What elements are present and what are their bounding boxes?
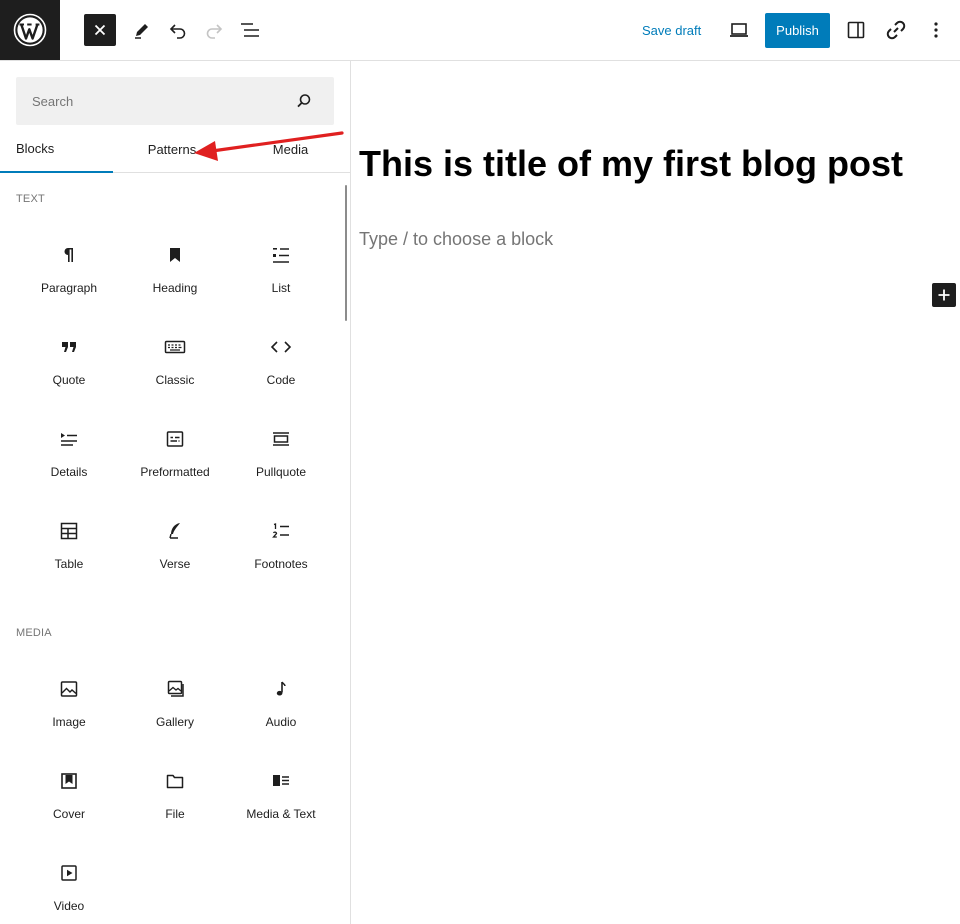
save-draft-button[interactable]: Save draft (636, 14, 707, 46)
block-label: Code (266, 373, 296, 387)
block-video[interactable]: Video (16, 861, 122, 924)
block-image[interactable]: Image (16, 677, 122, 769)
image-icon (57, 677, 81, 701)
post-title[interactable]: This is title of my first blog post (359, 143, 903, 185)
sidebar-toggle-icon (847, 21, 865, 39)
list-view-icon (241, 23, 259, 37)
close-inserter-button[interactable] (84, 14, 116, 46)
media-text-icon (269, 769, 293, 793)
category-text-heading: TEXT (16, 193, 45, 205)
search-input[interactable] (16, 77, 286, 125)
video-icon (57, 861, 81, 885)
block-classic[interactable]: Classic (122, 335, 228, 427)
gallery-icon (163, 677, 187, 701)
block-label: Table (54, 557, 84, 571)
feather-icon (163, 519, 187, 543)
block-label: List (271, 281, 291, 295)
code-icon (269, 335, 293, 359)
block-cover[interactable]: Cover (16, 769, 122, 861)
cover-icon (57, 769, 81, 793)
block-table[interactable]: Table (16, 519, 122, 611)
block-quote[interactable]: Quote (16, 335, 122, 427)
editor-canvas: This is title of my first blog post Type… (351, 61, 960, 924)
wordpress-logo-icon (13, 13, 47, 47)
folder-icon (163, 769, 187, 793)
block-footnotes[interactable]: Footnotes (228, 519, 334, 611)
block-inserter-panel: Blocks Patterns Media TEXT Paragraph Hea… (0, 61, 351, 924)
block-paragraph[interactable]: Paragraph (16, 243, 122, 335)
block-heading[interactable]: Heading (122, 243, 228, 335)
wordpress-logo-button[interactable] (0, 0, 60, 60)
preformatted-icon (163, 427, 187, 451)
block-label: Pullquote (255, 465, 307, 479)
options-button[interactable] (920, 14, 952, 46)
details-icon (57, 427, 81, 451)
tools-button[interactable] (126, 14, 158, 46)
editor-header: Save draft Publish (0, 0, 960, 61)
tab-blocks[interactable]: Blocks (0, 125, 113, 173)
add-block-button[interactable] (932, 283, 956, 307)
undo-icon (169, 24, 186, 39)
block-label: Paragraph (40, 281, 98, 295)
pencil-icon (135, 24, 148, 39)
search-icon[interactable] (292, 89, 316, 113)
block-pullquote[interactable]: Pullquote (228, 427, 334, 519)
paragraph-icon (57, 243, 81, 267)
block-label: Quote (52, 373, 86, 387)
footnotes-icon (269, 519, 293, 543)
block-label: Preformatted (140, 465, 210, 479)
block-preformatted[interactable]: Preformatted (122, 427, 228, 519)
block-label: Details (50, 465, 88, 479)
bookmark-heading-icon (163, 243, 187, 267)
redo-button[interactable] (198, 14, 230, 46)
block-label: Video (53, 899, 85, 913)
document-overview-button[interactable] (234, 14, 266, 46)
desktop-preview-icon (730, 23, 748, 37)
block-label: Verse (159, 557, 191, 571)
block-label: Image (52, 715, 86, 729)
list-icon (269, 243, 293, 267)
block-file[interactable]: File (122, 769, 228, 861)
block-audio[interactable]: Audio (228, 677, 334, 769)
redo-icon (206, 24, 223, 39)
block-label: Cover (52, 807, 85, 821)
block-label: Classic (155, 373, 195, 387)
quote-icon (57, 335, 81, 359)
inserter-tabs: Blocks Patterns Media (0, 125, 350, 173)
block-details[interactable]: Details (16, 427, 122, 519)
tab-media[interactable]: Media (231, 125, 350, 173)
block-media-text[interactable]: Media & Text (228, 769, 334, 861)
scrollbar-thumb[interactable] (345, 185, 347, 321)
preview-button[interactable] (723, 14, 755, 46)
block-gallery[interactable]: Gallery (122, 677, 228, 769)
settings-sidebar-button[interactable] (840, 14, 872, 46)
keyboard-icon (163, 335, 187, 359)
audio-icon (269, 677, 293, 701)
block-code[interactable]: Code (228, 335, 334, 427)
block-label: File (165, 807, 185, 821)
block-verse[interactable]: Verse (122, 519, 228, 611)
table-icon (57, 519, 81, 543)
block-label: Media & Text (246, 807, 316, 821)
block-label: Gallery (155, 715, 194, 729)
link-icon (886, 20, 906, 40)
block-appender-placeholder[interactable]: Type / to choose a block (359, 229, 553, 250)
undo-button[interactable] (162, 14, 194, 46)
pullquote-icon (269, 427, 293, 451)
plus-icon (938, 289, 950, 301)
block-label: Footnotes (254, 557, 308, 571)
block-search (16, 77, 334, 125)
publish-button[interactable]: Publish (765, 13, 830, 48)
block-label: Audio (265, 715, 297, 729)
category-media-heading: MEDIA (16, 627, 52, 639)
link-plugin-button[interactable] (880, 14, 912, 46)
block-label: Heading (152, 281, 198, 295)
more-vertical-icon (934, 22, 938, 38)
block-list[interactable]: List (228, 243, 334, 335)
tab-patterns[interactable]: Patterns (113, 125, 231, 173)
close-icon (94, 24, 106, 36)
